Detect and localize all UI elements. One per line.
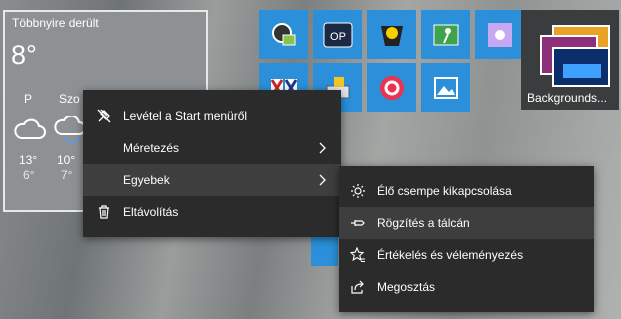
app-tile[interactable]: OP (313, 10, 362, 59)
cloud-icon (14, 118, 46, 139)
game-app-icon (380, 25, 403, 46)
unpin-icon (97, 109, 111, 123)
forecast-day: P (24, 92, 33, 106)
rain-cloud-icon (54, 116, 86, 145)
menu-item-label: Levétel a Start menüről (123, 109, 248, 123)
forecast-day: Szo (59, 92, 80, 106)
menu-item-turn-off-live-tile[interactable]: Élő csempe kikapcsolása (339, 175, 594, 207)
photos-app-icon (433, 76, 458, 99)
weather-temperature: 8° (11, 40, 37, 70)
forecast-high: 10° (57, 153, 76, 167)
app-tile[interactable] (421, 63, 470, 112)
flower-app-icon (487, 22, 512, 47)
chevron-right-icon (319, 142, 326, 154)
media-app-icon (271, 22, 295, 45)
weather-condition: Többnyire derült (12, 16, 99, 30)
svg-text:OP: OP (330, 31, 346, 43)
menu-item-label: Eltávolítás (123, 205, 179, 219)
app-tile[interactable] (259, 10, 308, 59)
submenu: Élő csempe kikapcsolása Rögzítés a tálcá… (339, 166, 594, 312)
app-tile[interactable] (367, 63, 416, 112)
trash-icon (99, 205, 109, 219)
menu-item-label: Méretezés (123, 141, 180, 155)
backgrounds-app-icon (540, 25, 610, 87)
golf-app-icon (433, 24, 458, 45)
menu-item-label: Élő csempe kikapcsolása (377, 184, 512, 198)
backgrounds-tile-label: Backgrounds... (527, 91, 608, 105)
forecast-low: 7° (61, 168, 73, 182)
forecast-high: 13° (19, 153, 38, 167)
menu-item-label: Megosztás (377, 280, 436, 294)
menu-item-more[interactable]: Egyebek (83, 164, 341, 196)
menu-item-label: Egyebek (123, 173, 170, 187)
menu-item-unpin[interactable]: Levétel a Start menüről (83, 100, 341, 132)
share-icon (351, 280, 364, 294)
desktop-background: { "weather": { "condition": "Többnyire d… (0, 0, 621, 319)
live-tile-icon (351, 184, 365, 198)
menu-item-uninstall[interactable]: Eltávolítás (83, 196, 341, 228)
menu-item-rate-and-review[interactable]: Értékelés és véleményezés (339, 239, 594, 271)
op-app-icon: OP (323, 22, 352, 47)
rate-star-icon (350, 247, 365, 263)
menu-item-label: Értékelés és véleményezés (377, 248, 524, 262)
menu-item-share[interactable]: Megosztás (339, 271, 594, 303)
app-tile[interactable] (475, 10, 524, 59)
forecast-low: 6° (23, 168, 35, 182)
app-tile[interactable] (367, 10, 416, 59)
context-menu: Levétel a Start menüről Méretezés Egyebe… (83, 90, 341, 237)
menu-item-label: Rögzítés a tálcán (377, 216, 470, 230)
app-tile[interactable] (421, 10, 470, 59)
menu-item-pin-to-taskbar[interactable]: Rögzítés a tálcán (339, 207, 594, 239)
pin-icon (351, 220, 365, 226)
menu-item-resize[interactable]: Méretezés (83, 132, 341, 164)
chevron-right-icon (319, 174, 326, 186)
record-app-icon (379, 75, 404, 100)
